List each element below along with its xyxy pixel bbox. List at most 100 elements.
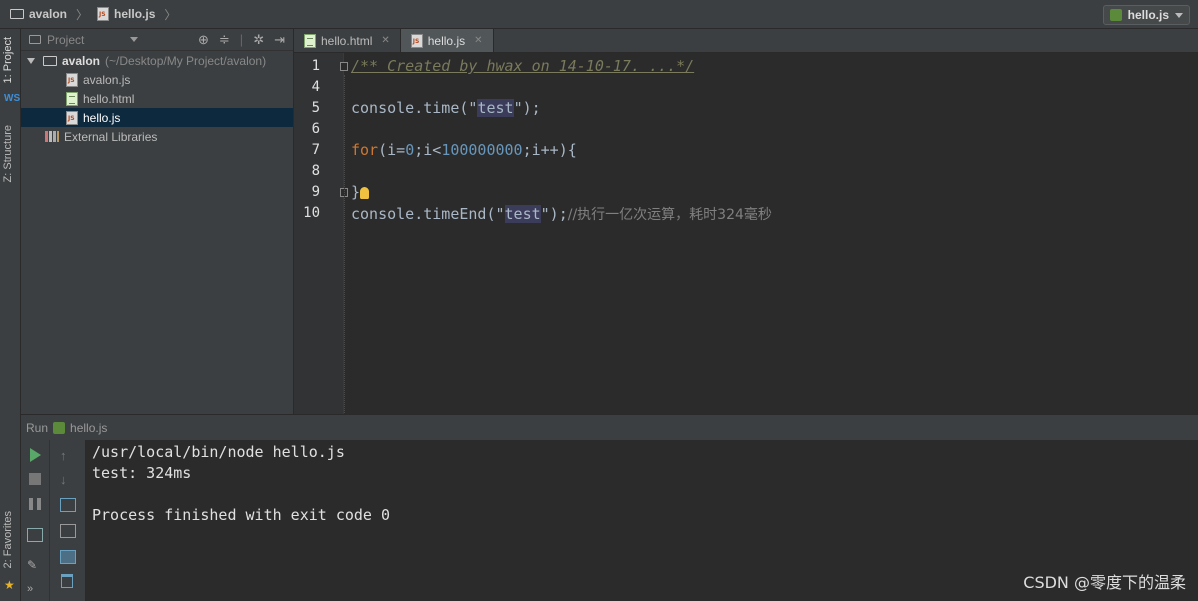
run-config-name[interactable]: hello.js bbox=[70, 421, 107, 435]
project-tool-tab[interactable]: 1: Project bbox=[2, 37, 14, 83]
code-text: console.timeEnd(" bbox=[351, 205, 505, 223]
code-line: } bbox=[351, 183, 360, 201]
code-text: ;i++){ bbox=[522, 141, 577, 159]
expand-triangle-icon[interactable] bbox=[27, 57, 35, 64]
scroll-from-source-icon[interactable]: ⊕ bbox=[198, 32, 209, 48]
tab-label: hello.html bbox=[321, 33, 373, 48]
chevron-down-icon[interactable] bbox=[130, 37, 139, 42]
stop-icon[interactable] bbox=[29, 473, 41, 485]
tree-item-file-selected[interactable]: hello.js bbox=[21, 108, 293, 127]
trash-icon[interactable] bbox=[61, 574, 73, 588]
line-number: 8 bbox=[311, 163, 320, 179]
arrow-up-icon[interactable]: ↑ bbox=[60, 448, 76, 463]
tree-external-label: External Libraries bbox=[64, 129, 158, 144]
run-panel-header: Run hello.js bbox=[21, 414, 1198, 440]
run-configuration-dropdown[interactable]: hello.js bbox=[1102, 5, 1190, 25]
code-highlight: test bbox=[504, 205, 541, 223]
library-icon bbox=[45, 131, 59, 142]
toolbar-divider: | bbox=[239, 31, 244, 47]
line-number: 4 bbox=[311, 79, 320, 95]
rerun-icon[interactable] bbox=[30, 448, 41, 462]
code-editor[interactable]: 1 4 5 6 7 8 9 10 /** Created by hwax on … bbox=[294, 53, 1198, 415]
code-text: } bbox=[351, 183, 361, 201]
close-icon[interactable]: ✕ bbox=[381, 35, 389, 46]
fold-marker-icon[interactable] bbox=[340, 62, 348, 71]
hide-panel-icon[interactable]: ⇥ bbox=[274, 32, 285, 48]
breadcrumb-file[interactable]: hello.js bbox=[114, 7, 155, 21]
breadcrumb-separator-icon: 〉 bbox=[164, 7, 177, 22]
gear-icon[interactable]: ✲ bbox=[253, 32, 264, 48]
navigation-bar: avalon 〉 hello.js 〉 hello.js bbox=[0, 0, 1198, 29]
code-text: "); bbox=[540, 205, 568, 223]
restore-layout-icon[interactable] bbox=[27, 528, 43, 542]
chevron-down-icon bbox=[1175, 12, 1183, 18]
tree-file-label: avalon.js bbox=[83, 72, 131, 87]
print-icon[interactable] bbox=[60, 550, 76, 564]
editor-tabs: hello.html ✕ hello.js ✕ bbox=[294, 29, 1198, 53]
html-file-icon bbox=[304, 33, 316, 48]
code-number: 100000000 bbox=[441, 141, 523, 159]
project-view-label[interactable]: Project bbox=[47, 33, 84, 47]
line-number: 9 bbox=[311, 184, 320, 200]
code-line: /** Created by hwax on 14-10-17. ...*/ bbox=[351, 57, 694, 75]
tree-item-external-libraries[interactable]: External Libraries bbox=[21, 127, 293, 146]
star-icon: ★ bbox=[4, 578, 15, 592]
pin-icon[interactable]: ✎ bbox=[27, 558, 43, 572]
line-number: 7 bbox=[311, 142, 320, 158]
line-number: 6 bbox=[311, 121, 320, 137]
js-file-icon bbox=[66, 110, 78, 125]
code-line: for(i=0;i<100000000;i++){ bbox=[351, 141, 577, 159]
tab-label: hello.js bbox=[427, 33, 466, 48]
lightbulb-icon[interactable] bbox=[360, 187, 369, 199]
tree-item-file[interactable]: avalon.js bbox=[21, 70, 293, 89]
code-text: console.time(" bbox=[351, 99, 478, 117]
html-file-icon bbox=[66, 91, 78, 106]
code-number: 0 bbox=[405, 141, 415, 159]
tab-hello-html[interactable]: hello.html ✕ bbox=[294, 29, 401, 52]
tree-item-root[interactable]: avalon (~/Desktop/My Project/avalon) bbox=[21, 51, 293, 70]
soft-wrap-icon[interactable] bbox=[60, 498, 76, 512]
editor-gutter: 1 4 5 6 7 8 9 10 bbox=[294, 53, 344, 414]
tree-root-path: (~/Desktop/My Project/avalon) bbox=[105, 53, 267, 68]
project-tree: avalon (~/Desktop/My Project/avalon) ava… bbox=[21, 51, 293, 146]
code-comment: //执行一亿次运算，耗时324毫秒 bbox=[567, 207, 772, 223]
code-highlight: test bbox=[477, 99, 514, 117]
run-configuration-label: hello.js bbox=[1127, 8, 1169, 22]
code-text: (i= bbox=[378, 141, 406, 159]
indent-guide bbox=[344, 75, 345, 415]
folder-icon bbox=[10, 9, 24, 19]
project-panel-header: Project ⊕ ≑ | ✲ ⇥ bbox=[21, 29, 293, 51]
collapse-all-icon[interactable]: ≑ bbox=[219, 32, 230, 48]
code-keyword: for bbox=[351, 141, 379, 159]
nodejs-icon bbox=[1109, 9, 1122, 21]
breadcrumb: avalon 〉 hello.js 〉 bbox=[0, 6, 180, 23]
line-number: 1 bbox=[311, 58, 320, 74]
js-file-icon bbox=[410, 33, 423, 48]
project-panel: Project ⊕ ≑ | ✲ ⇥ avalon (~/Desktop/My P… bbox=[21, 29, 294, 414]
breadcrumb-project[interactable]: avalon bbox=[29, 7, 67, 21]
more-icon[interactable]: » bbox=[27, 583, 43, 597]
run-toolbar-primary: ✎ » bbox=[21, 440, 50, 601]
favorites-tool-tab[interactable]: 2: Favorites bbox=[2, 511, 14, 568]
code-line: console.time("test"); bbox=[351, 99, 541, 117]
close-icon[interactable]: ✕ bbox=[474, 35, 482, 46]
tab-hello-js[interactable]: hello.js ✕ bbox=[400, 29, 494, 52]
webstorm-icon: WS bbox=[4, 93, 21, 104]
structure-tool-tab[interactable]: Z: Structure bbox=[2, 125, 14, 182]
console-line: Process finished with exit code 0 bbox=[92, 506, 391, 524]
breadcrumb-separator-icon: 〉 bbox=[76, 7, 89, 22]
tree-file-label: hello.html bbox=[83, 91, 135, 106]
run-toolbar-secondary: ↑ ↓ bbox=[50, 440, 86, 601]
folder-icon bbox=[43, 55, 57, 66]
code-line: console.timeEnd("test");//执行一亿次运算，耗时324毫… bbox=[351, 204, 772, 224]
code-text: "); bbox=[513, 99, 541, 117]
code-comment: /** Created by hwax on 14-10-17. ...*/ bbox=[351, 57, 695, 75]
tree-item-file[interactable]: hello.html bbox=[21, 89, 293, 108]
nodejs-icon bbox=[53, 421, 66, 434]
scroll-to-end-icon[interactable] bbox=[60, 524, 76, 538]
pause-icon[interactable] bbox=[29, 498, 41, 510]
console-line: /usr/local/bin/node hello.js bbox=[92, 443, 345, 461]
arrow-down-icon[interactable]: ↓ bbox=[60, 472, 76, 487]
code-text: ;i< bbox=[414, 141, 442, 159]
